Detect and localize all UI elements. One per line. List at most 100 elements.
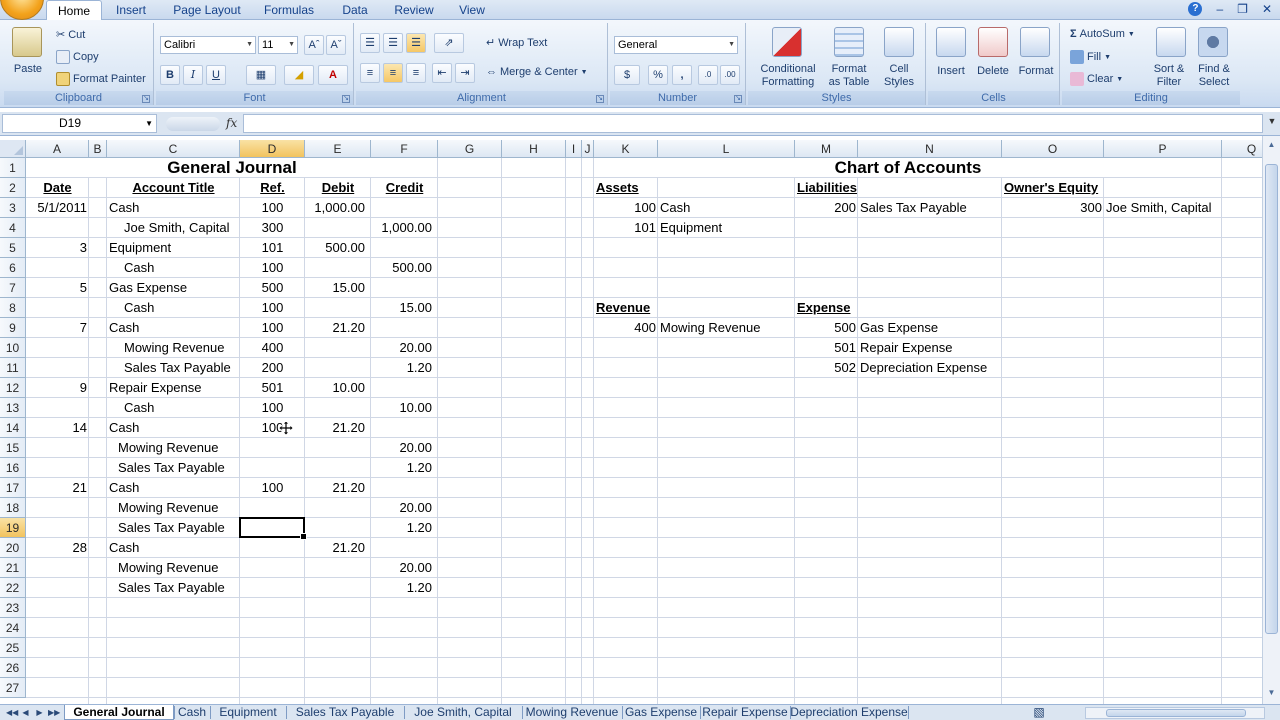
- scroll-up-icon[interactable]: ▲: [1265, 138, 1278, 152]
- column-header-h[interactable]: H: [502, 140, 566, 158]
- close-icon[interactable]: ✕: [1262, 2, 1272, 16]
- worksheet-grid[interactable]: ABCDEFGHIJKLMNOPQ 1 2 3 4 5 6 7 8 9 10 11 12 13 14 15 1…: [0, 140, 1262, 704]
- column-header-g[interactable]: G: [438, 140, 502, 158]
- sort-filter-icon[interactable]: [1156, 27, 1186, 57]
- conditional-formatting-icon[interactable]: [772, 27, 802, 57]
- autosum-button[interactable]: Σ AutoSum ▼: [1070, 28, 1135, 40]
- row-header-19[interactable]: 19: [0, 518, 26, 538]
- decrease-indent-icon[interactable]: ⇤: [432, 63, 452, 83]
- align-center-icon[interactable]: ≡: [383, 63, 403, 83]
- delete-cells-icon[interactable]: [978, 27, 1008, 57]
- italic-button[interactable]: I: [183, 65, 203, 85]
- conditional-formatting-button[interactable]: Conditional Formatting: [752, 63, 824, 89]
- column-header-b[interactable]: B: [89, 140, 107, 158]
- cell-styles-button[interactable]: Cell Styles: [876, 63, 922, 89]
- row-header-13[interactable]: 13: [0, 398, 26, 418]
- row-header-20[interactable]: 20: [0, 538, 26, 558]
- first-sheet-icon[interactable]: ◀◀: [6, 706, 18, 719]
- tab-view[interactable]: View: [452, 0, 492, 20]
- row-header-17[interactable]: 17: [0, 478, 26, 498]
- format-as-table-icon[interactable]: [834, 27, 864, 57]
- tab-home[interactable]: Home: [46, 0, 102, 20]
- grow-font-icon[interactable]: Aˆ: [304, 35, 324, 55]
- format-cells-icon[interactable]: [1020, 27, 1050, 57]
- format-painter-button[interactable]: Format Painter: [56, 72, 146, 86]
- fill-button[interactable]: Fill ▼: [1070, 50, 1111, 64]
- insert-sheet-icon[interactable]: ▧: [1030, 705, 1048, 720]
- merge-center-button[interactable]: ⇔ Merge & Center ▼: [486, 66, 588, 78]
- sheet-tab-depreciation-expense[interactable]: Depreciation Expense: [790, 705, 908, 720]
- column-header-m[interactable]: M: [795, 140, 858, 158]
- sheet-tab-sales-tax-payable[interactable]: Sales Tax Payable: [286, 705, 404, 720]
- cut-button[interactable]: ✂ Cut: [56, 28, 85, 42]
- format-as-table-button[interactable]: Format as Table: [822, 63, 876, 89]
- row-header-2[interactable]: 2: [0, 178, 26, 198]
- column-header-k[interactable]: K: [594, 140, 658, 158]
- tab-formulas[interactable]: Formulas: [256, 0, 322, 20]
- name-box[interactable]: D19 ▼: [2, 114, 157, 133]
- row-header-1[interactable]: 1: [0, 158, 26, 178]
- minimize-icon[interactable]: –: [1216, 2, 1223, 16]
- row-header-23[interactable]: 23: [0, 598, 26, 618]
- tab-insert[interactable]: Insert: [108, 0, 154, 20]
- align-right-icon[interactable]: ≡: [406, 63, 426, 83]
- shrink-font-icon[interactable]: Aˇ: [326, 35, 346, 55]
- row-header-26[interactable]: 26: [0, 658, 26, 678]
- insert-cells-icon[interactable]: [936, 27, 966, 57]
- column-header-d[interactable]: D: [240, 140, 305, 158]
- row-header-18[interactable]: 18: [0, 498, 26, 518]
- align-top-icon[interactable]: ☰: [360, 33, 380, 53]
- next-sheet-icon[interactable]: ▶: [34, 706, 45, 719]
- sheet-tab-gas-expense[interactable]: Gas Expense: [622, 705, 700, 720]
- cell-styles-icon[interactable]: [884, 27, 914, 57]
- row-header-21[interactable]: 21: [0, 558, 26, 578]
- row-header-3[interactable]: 3: [0, 198, 26, 218]
- column-header-f[interactable]: F: [371, 140, 438, 158]
- borders-icon[interactable]: ▦: [246, 65, 276, 85]
- column-header-n[interactable]: N: [858, 140, 1002, 158]
- row-header-15[interactable]: 15: [0, 438, 26, 458]
- comma-button[interactable]: ,: [672, 65, 692, 85]
- orientation-icon[interactable]: ⇗: [434, 33, 464, 53]
- sheet-tab-equipment[interactable]: Equipment: [210, 705, 286, 720]
- sheet-tab-general-journal[interactable]: General Journal: [64, 705, 174, 720]
- alignment-launcher[interactable]: ↘: [596, 95, 604, 103]
- tab-review[interactable]: Review: [388, 0, 440, 20]
- column-header-e[interactable]: E: [305, 140, 371, 158]
- align-middle-icon[interactable]: ☰: [383, 33, 403, 53]
- bold-button[interactable]: B: [160, 65, 180, 85]
- formula-input[interactable]: [243, 114, 1263, 133]
- row-header-14[interactable]: 14: [0, 418, 26, 438]
- insert-cells-button[interactable]: Insert: [930, 65, 972, 78]
- prev-sheet-icon[interactable]: ◀: [20, 706, 31, 719]
- column-header-c[interactable]: C: [107, 140, 240, 158]
- row-header-5[interactable]: 5: [0, 238, 26, 258]
- column-header-l[interactable]: L: [658, 140, 795, 158]
- vertical-scroll-thumb[interactable]: [1265, 164, 1278, 634]
- row-header-16[interactable]: 16: [0, 458, 26, 478]
- tab-data[interactable]: Data: [334, 0, 376, 20]
- find-select-button[interactable]: Find & Select: [1190, 63, 1238, 89]
- font-size-select[interactable]: 11 ▼: [258, 36, 298, 54]
- wrap-text-button[interactable]: ↵ Wrap Text: [486, 36, 547, 50]
- sheet-tab-repair-expense[interactable]: Repair Expense: [700, 705, 790, 720]
- number-launcher[interactable]: ↘: [734, 95, 742, 103]
- fill-color-icon[interactable]: ◢: [284, 65, 314, 85]
- row-header-25[interactable]: 25: [0, 638, 26, 658]
- delete-cells-button[interactable]: Delete: [972, 65, 1014, 78]
- row-header-4[interactable]: 4: [0, 218, 26, 238]
- clear-button[interactable]: Clear ▼: [1070, 72, 1123, 86]
- row-header-8[interactable]: 8: [0, 298, 26, 318]
- number-format-select[interactable]: General ▼: [614, 36, 738, 54]
- column-header-a[interactable]: A: [26, 140, 89, 158]
- sheet-tab-mowing-revenue[interactable]: Mowing Revenue: [522, 705, 622, 720]
- align-bottom-icon[interactable]: ☰: [406, 33, 426, 53]
- active-cell[interactable]: [239, 517, 307, 540]
- row-header-9[interactable]: 9: [0, 318, 26, 338]
- row-header-7[interactable]: 7: [0, 278, 26, 298]
- row-header-6[interactable]: 6: [0, 258, 26, 278]
- sheet-tab-joe-smith-capital[interactable]: Joe Smith, Capital: [404, 705, 522, 720]
- expand-formula-bar-icon[interactable]: ▼: [1266, 116, 1278, 132]
- row-header-10[interactable]: 10: [0, 338, 26, 358]
- decrease-decimal-icon[interactable]: .00: [720, 65, 740, 85]
